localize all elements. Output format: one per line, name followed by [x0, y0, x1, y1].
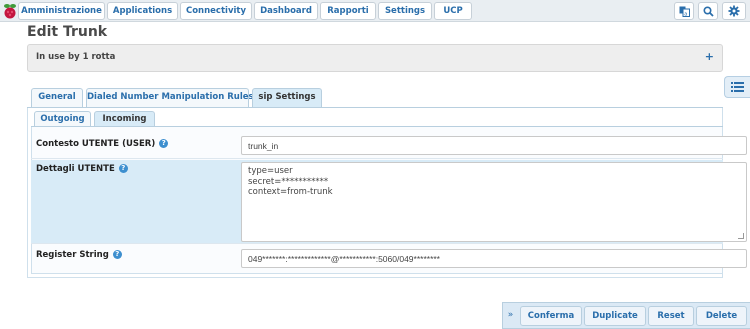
context-row: Contesto UTENTE (USER)?	[31, 133, 747, 159]
sidebar-toggle-icon[interactable]	[724, 76, 750, 98]
page-title: Edit Trunk	[27, 24, 108, 40]
register-row: Register String?	[31, 245, 747, 273]
help-icon[interactable]: ?	[159, 139, 169, 148]
nav-ucp[interactable]: UCP	[434, 2, 472, 20]
context-label-text: Contesto UTENTE (USER)	[36, 139, 156, 149]
submit-button[interactable]: Conferma	[520, 306, 582, 326]
reset-button[interactable]: Reset	[648, 306, 694, 326]
nav-rapporti[interactable]: Rapporti	[320, 2, 376, 20]
nav-applications[interactable]: Applications	[107, 2, 178, 20]
language-icon[interactable]: a	[674, 2, 694, 20]
nav-amministrazione[interactable]: Amministrazione	[18, 2, 105, 20]
context-input[interactable]	[241, 136, 747, 155]
details-label-text: Dettagli UTENTE	[36, 164, 115, 174]
nav-connectivity[interactable]: Connectivity	[180, 2, 252, 20]
register-label-text: Register String	[36, 250, 109, 260]
nav-dashboard[interactable]: Dashboard	[254, 2, 318, 20]
resize-handle-icon[interactable]	[738, 233, 744, 239]
tab-general[interactable]: General	[31, 88, 83, 107]
search-icon[interactable]	[698, 2, 718, 20]
in-use-label: In use by 1 rotta	[36, 52, 116, 62]
details-row: Dettagli UTENTE? type=user secret=******…	[31, 160, 747, 244]
tab-dialed-number-rules[interactable]: Dialed Number Manipulation Rules	[86, 88, 254, 107]
delete-button[interactable]: Delete	[696, 306, 747, 326]
duplicate-button[interactable]: Duplicate	[584, 306, 646, 326]
subtab-outgoing[interactable]: Outgoing	[34, 111, 91, 127]
nav-settings[interactable]: Settings	[378, 2, 432, 20]
details-textarea[interactable]: type=user secret=*********** context=fro…	[241, 162, 747, 242]
raspberry-logo-icon[interactable]	[2, 2, 18, 20]
context-label: Contesto UTENTE (USER)?	[36, 139, 169, 149]
details-line: type=user	[248, 166, 293, 176]
subtab-incoming[interactable]: Incoming	[94, 111, 155, 127]
top-nav-bar: Amministrazione Applications Connectivit…	[0, 0, 750, 22]
help-icon[interactable]: ?	[112, 250, 122, 259]
svg-text:a: a	[684, 11, 687, 17]
collapse-arrow-icon[interactable]: »	[503, 303, 518, 328]
details-line: context=from-trunk	[248, 187, 333, 197]
action-bar: » Conferma Duplicate Reset Delete	[502, 302, 750, 329]
details-line: secret=***********	[248, 176, 329, 187]
in-use-panel[interactable]: In use by 1 rotta +	[27, 44, 723, 72]
help-icon[interactable]: ?	[118, 164, 128, 173]
gear-icon[interactable]	[722, 2, 746, 20]
register-string-input[interactable]	[241, 249, 747, 268]
details-label: Dettagli UTENTE?	[36, 164, 128, 174]
expand-plus-icon[interactable]: +	[705, 50, 714, 63]
tab-sip-settings[interactable]: sip Settings	[252, 88, 322, 107]
register-label: Register String?	[36, 250, 122, 260]
